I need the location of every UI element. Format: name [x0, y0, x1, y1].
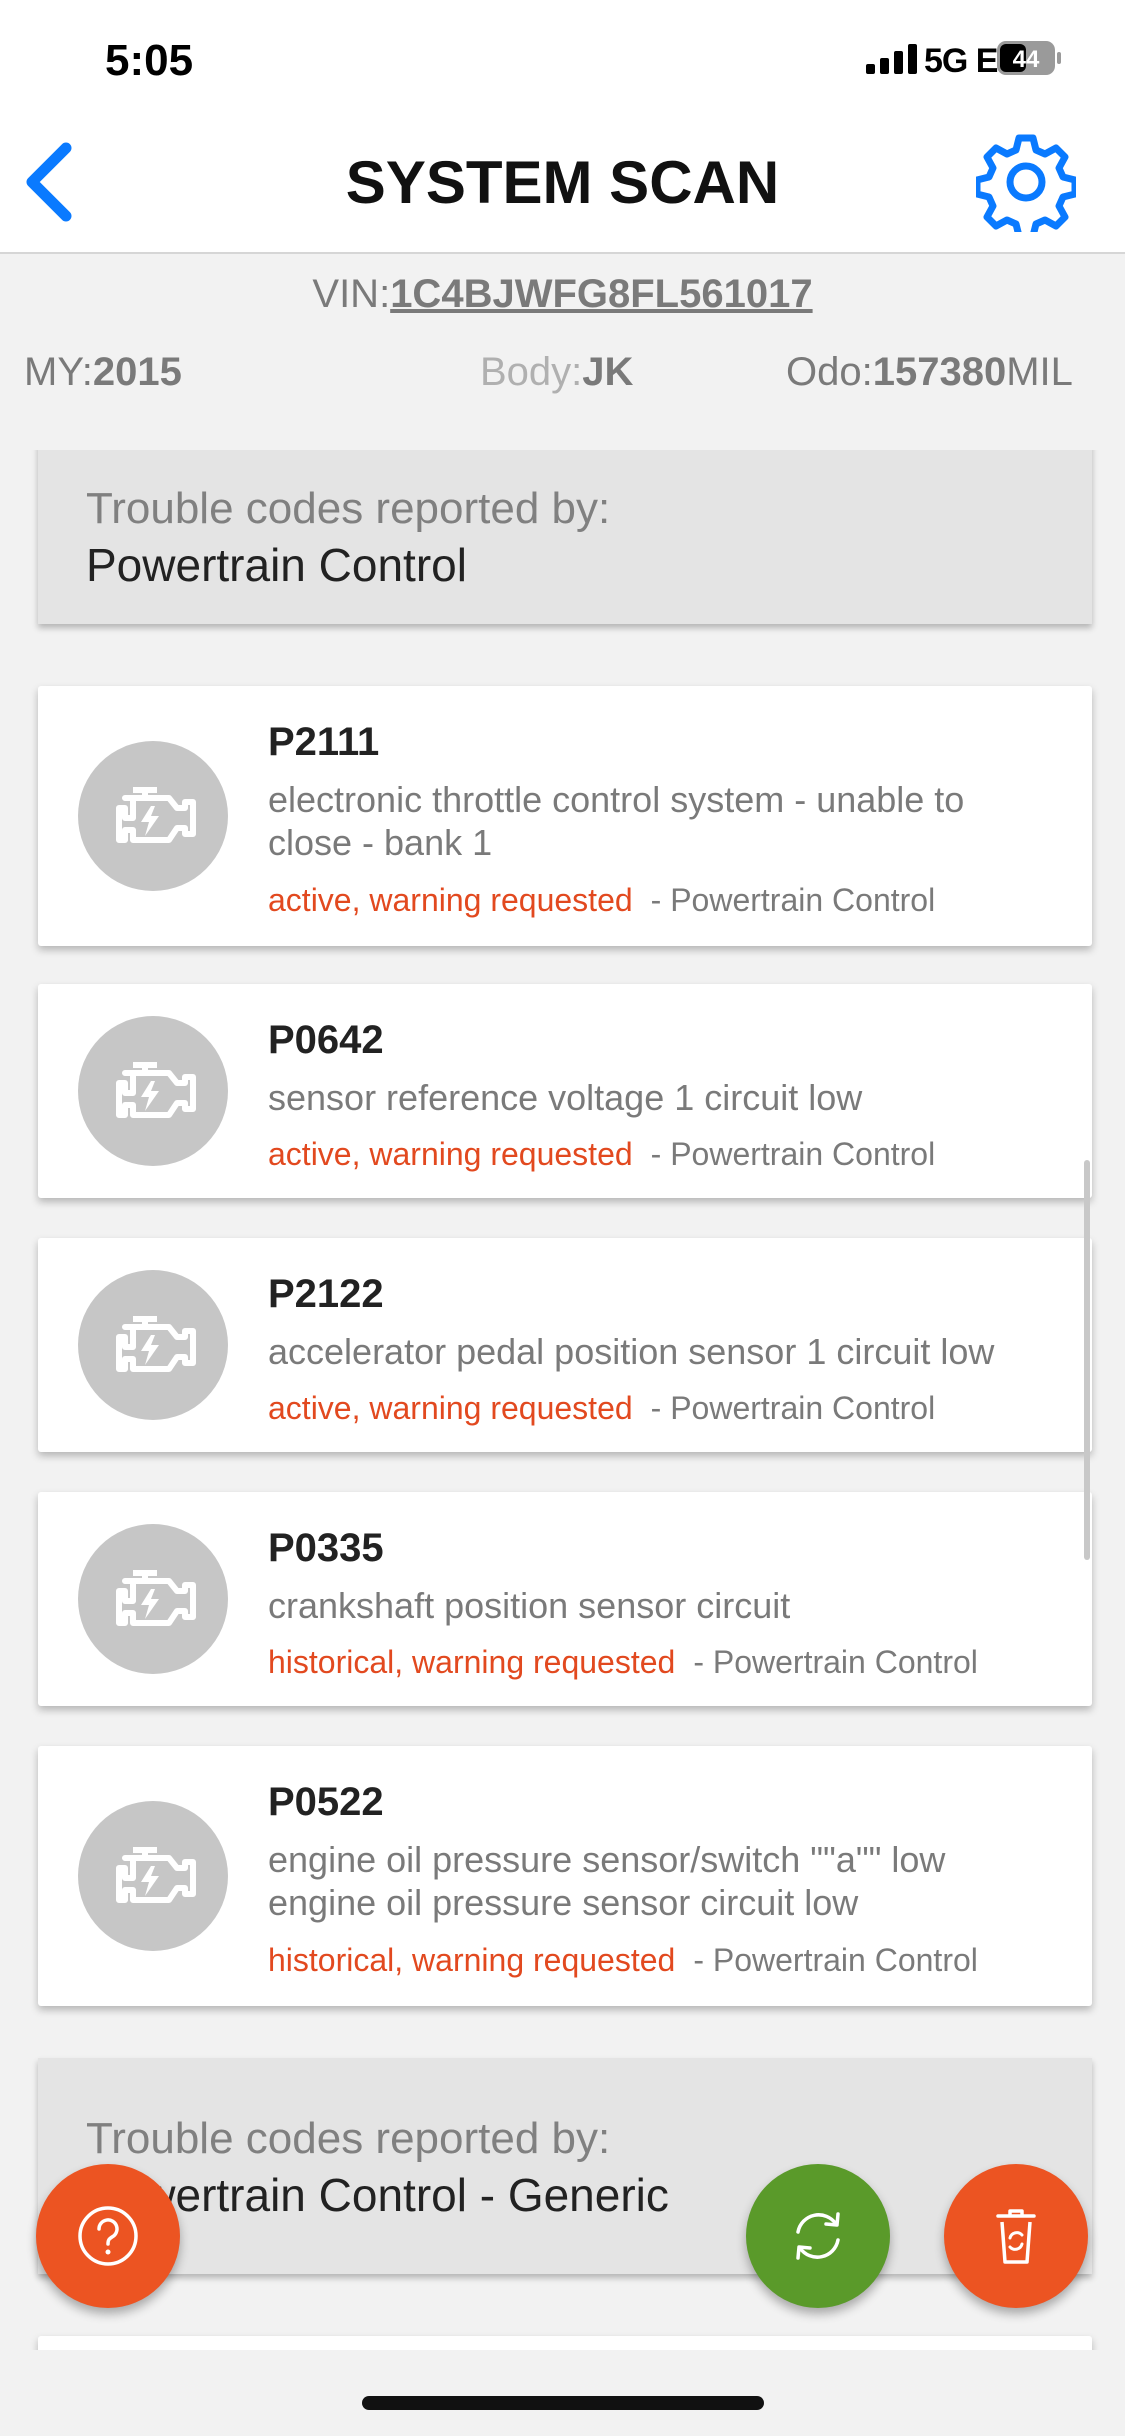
engine-icon-badge — [78, 1270, 228, 1420]
dtc-description: electronic throttle control system - una… — [268, 779, 965, 863]
section-label: Trouble codes reported by: — [86, 2114, 611, 2163]
dtc-status: active, warning requested — [268, 882, 633, 918]
dtc-code: P0642 — [268, 1018, 384, 1062]
dtc-card[interactable]: P0522 engine oil pressure sensor/switch … — [38, 1746, 1092, 2006]
status-time: 5:05 — [105, 36, 194, 85]
engine-icon-badge — [78, 741, 228, 891]
dtc-card[interactable]: P2122 accelerator pedal position sensor … — [38, 1238, 1092, 1452]
dtc-status-line: active, warning requested - Powertrain Co… — [268, 1136, 935, 1173]
body-label: Body: — [480, 350, 583, 394]
section-label: Trouble codes reported by: — [86, 484, 611, 533]
dtc-description: accelerator pedal position sensor 1 circ… — [268, 1331, 995, 1372]
my-label: MY: — [24, 350, 93, 394]
signal-icon — [866, 44, 917, 74]
engine-icon-badge — [78, 1524, 228, 1674]
battery-icon: 44 — [997, 41, 1061, 75]
dtc-description: sensor reference voltage 1 circuit low — [268, 1077, 863, 1118]
dtc-card[interactable]: P0642 sensor reference voltage 1 circuit… — [38, 984, 1092, 1198]
dtc-status: active, warning requested — [268, 1136, 633, 1172]
dtc-description: crankshaft position sensor circuit — [268, 1585, 791, 1626]
network-label: 5G E — [924, 42, 998, 80]
settings-button[interactable] — [976, 132, 1076, 232]
check-engine-icon — [116, 1316, 196, 1372]
engine-icon-badge — [78, 1801, 228, 1951]
vin-row: VIN:1C4BJWFG8FL561017 — [0, 272, 1125, 317]
vin-label: VIN: — [312, 272, 391, 316]
scrollbar[interactable] — [1084, 1160, 1090, 1560]
dtc-status: historical, warning requested — [268, 1942, 676, 1978]
section-header: Trouble codes reported by: Powertrain Co… — [38, 2058, 1092, 2274]
dtc-module: - Powertrain Control — [650, 1390, 936, 1426]
dtc-code: P0522 — [268, 1780, 384, 1824]
section-header: Trouble codes reported by: Powertrain Co… — [38, 450, 1092, 624]
check-engine-icon — [116, 1570, 196, 1626]
dtc-status-line: historical, warning requested - Powertrai… — [268, 1942, 978, 1979]
odo-unit: MIL — [1006, 350, 1073, 394]
dtc-status-line: active, warning requested - Powertrain Co… — [268, 882, 935, 919]
body-type: Body:JK — [480, 350, 633, 395]
vin-value[interactable]: 1C4BJWFG8FL561017 — [390, 272, 812, 316]
dtc-module: - Powertrain Control — [650, 882, 936, 918]
home-indicator[interactable] — [362, 2396, 764, 2410]
page-title: SYSTEM SCAN — [345, 149, 780, 216]
dtc-card[interactable] — [38, 2336, 1092, 2350]
check-engine-icon — [116, 1847, 196, 1903]
dtc-card[interactable]: P0335 crankshaft position sensor circuit… — [38, 1492, 1092, 1706]
dtc-code: P2111 — [268, 720, 380, 764]
section-name: Powertrain Control — [86, 539, 467, 591]
help-button[interactable] — [36, 2164, 180, 2308]
odo-value: 157380 — [872, 350, 1007, 394]
dtc-code: P2122 — [268, 1272, 384, 1316]
status-bar: 5:05 5G E 44 — [0, 0, 1125, 110]
my-value: 2015 — [92, 350, 182, 394]
refresh-icon — [796, 2212, 840, 2260]
dtc-module: - Powertrain Control — [650, 1136, 936, 1172]
dtc-module: - Powertrain Control — [693, 1644, 978, 1680]
odometer: Odo:157380MIL — [786, 350, 1073, 395]
gear-icon — [976, 134, 1076, 232]
dtc-description: engine oil pressure sensor/switch ""a"" … — [268, 1839, 946, 1923]
dtc-list[interactable]: Trouble codes reported by: Powertrain Co… — [0, 450, 1125, 2350]
check-engine-icon — [116, 787, 196, 843]
dtc-card[interactable]: P2111 electronic throttle control system… — [38, 686, 1092, 946]
odo-label: Odo: — [786, 350, 873, 394]
dtc-status: active, warning requested — [268, 1390, 633, 1426]
check-engine-icon — [116, 1062, 196, 1118]
refresh-button[interactable] — [746, 2164, 890, 2308]
question-icon — [78, 2206, 138, 2266]
clear-codes-button[interactable] — [944, 2164, 1088, 2308]
nav-bar: SYSTEM SCAN — [0, 110, 1125, 254]
dtc-code: P0335 — [268, 1526, 384, 1570]
dtc-status: historical, warning requested — [268, 1644, 676, 1680]
battery-level: 44 — [1013, 46, 1040, 73]
model-year: MY:2015 — [24, 350, 182, 395]
dtc-status-line: historical, warning requested - Powertrai… — [268, 1644, 978, 1681]
dtc-module: - Powertrain Control — [693, 1942, 978, 1978]
body-value: JK — [582, 350, 634, 394]
trash-refresh-icon — [996, 2209, 1036, 2264]
engine-icon-badge — [78, 1016, 228, 1166]
dtc-status-line: active, warning requested - Powertrain Co… — [268, 1390, 935, 1427]
